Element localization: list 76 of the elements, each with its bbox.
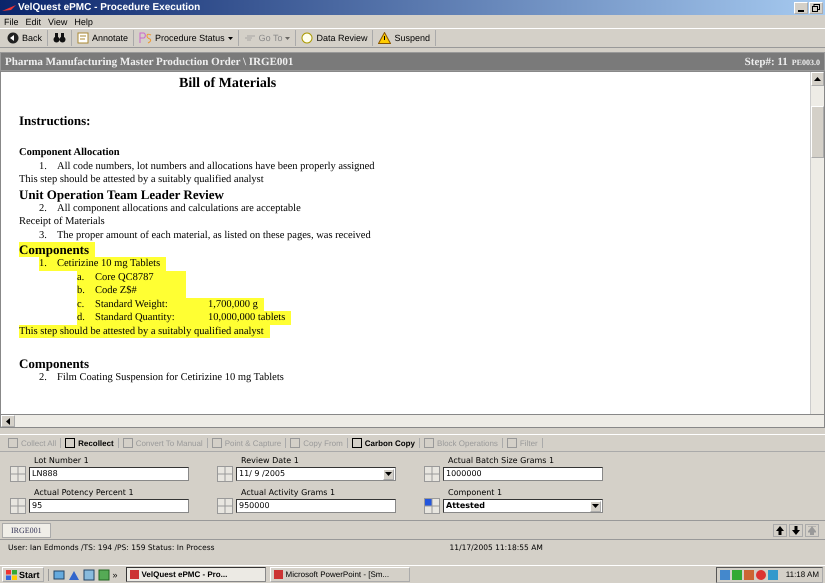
document-text: d. Standard Quantity: 10,000,000 tablets bbox=[77, 311, 292, 324]
circle-icon bbox=[301, 32, 314, 44]
menu-item[interactable]: Edit bbox=[26, 16, 42, 26]
dropdown-field[interactable]: Attested bbox=[443, 499, 603, 513]
quick-launch-icon[interactable] bbox=[98, 568, 110, 580]
step-number: Step#: 11 bbox=[744, 56, 788, 68]
windows-flag-icon bbox=[6, 570, 17, 580]
document-text: Component Allocation bbox=[19, 146, 121, 160]
input-field[interactable]: 950000 bbox=[236, 499, 396, 513]
restore-icon bbox=[812, 4, 820, 12]
input-field[interactable]: LN888 bbox=[29, 467, 189, 481]
document-text: 1. Cetirizine 10 mg Tablets bbox=[39, 257, 166, 270]
binoculars-icon bbox=[53, 33, 66, 43]
quick-launch-icon[interactable] bbox=[68, 568, 80, 580]
field-label: Actual Batch Size Grams 1 bbox=[448, 456, 556, 466]
quick-launch-icon[interactable] bbox=[52, 568, 65, 580]
document-text: Receipt of Materials bbox=[19, 215, 106, 228]
document-text: 3. The proper amount of each material, as listed on these pages, was received bbox=[39, 228, 372, 242]
field-label: Lot Number 1 bbox=[34, 456, 90, 466]
toolbar-button[interactable]: Suspend bbox=[373, 30, 436, 46]
minimize-button[interactable] bbox=[794, 2, 808, 14]
toolbar-button[interactable]: Back bbox=[2, 30, 48, 46]
document-text: 1. All code numbers, lot numbers and allocations have been properly assigned bbox=[39, 160, 376, 173]
restore-button[interactable] bbox=[809, 2, 823, 14]
document-text: 2. Film Coating Suspension for Cetirizine 10 mg Tablets bbox=[39, 371, 285, 384]
window-title: VelQuest ePMC - Procedure Execution bbox=[18, 2, 200, 13]
input-field[interactable]: 95 bbox=[29, 499, 189, 513]
document-text: This step should be attested by a suitably qualified analyst bbox=[19, 324, 270, 338]
warning-icon bbox=[378, 32, 392, 44]
caret-icon bbox=[592, 504, 599, 508]
procedure-code: PE003.0 bbox=[792, 58, 820, 66]
taskbar-button[interactable]: VelQuest ePMC - Pro... bbox=[126, 567, 266, 582]
menu-item[interactable]: Help bbox=[74, 16, 93, 26]
toolbar-button[interactable]: Data Review bbox=[296, 30, 374, 46]
field-label: Review Date 1 bbox=[241, 456, 300, 466]
scroll-left-icon[interactable] bbox=[6, 418, 10, 424]
start-button[interactable]: Start bbox=[2, 567, 44, 582]
menu-item[interactable]: View bbox=[48, 16, 68, 26]
document-heading: Bill of Materials bbox=[179, 76, 278, 93]
document-text: Components bbox=[19, 356, 90, 371]
tab[interactable]: IRGE001 bbox=[2, 522, 51, 538]
taskbar-button[interactable]: Microsoft PowerPoint - [Sm... bbox=[270, 567, 410, 582]
caret-icon bbox=[385, 472, 392, 476]
field-label: Component 1 bbox=[448, 488, 504, 498]
toolbar-button[interactable]: Procedure Status bbox=[134, 30, 239, 46]
vertical-scrollbar[interactable] bbox=[810, 72, 824, 414]
minimize-icon bbox=[798, 10, 804, 12]
procedure-title: Pharma Manufacturing Master Production Order \ IRGE001 bbox=[5, 56, 294, 68]
field-label: Actual Potency Percent 1 bbox=[34, 488, 135, 498]
quick-launch-icon[interactable] bbox=[82, 568, 95, 580]
document-text: Unit Operation Team Leader Review bbox=[19, 186, 225, 202]
document-text: a. Core QC8787 bbox=[77, 270, 186, 284]
scroll-up-icon[interactable] bbox=[814, 77, 821, 81]
down-arrow-button[interactable] bbox=[789, 524, 803, 536]
document-text: c. Standard Weight: 1,700,000 g bbox=[77, 298, 264, 311]
input-field[interactable]: 1000000 bbox=[443, 467, 603, 481]
document-text: Components bbox=[19, 242, 96, 257]
clock: 11:18 AM bbox=[786, 570, 819, 579]
document-text: 2. All component allocations and calculations are acceptable bbox=[39, 202, 302, 215]
document-text: Instructions: bbox=[19, 114, 92, 128]
action-button[interactable]: Recollect bbox=[61, 438, 119, 448]
toolbar-button[interactable]: Annotate bbox=[72, 30, 134, 46]
app-logo-icon bbox=[2, 4, 16, 12]
horizontal-scrollbar[interactable] bbox=[0, 415, 825, 428]
ps-icon bbox=[139, 32, 152, 44]
action-button[interactable]: Carbon Copy bbox=[348, 438, 420, 448]
tray-icons-drawing bbox=[720, 568, 780, 580]
more-chevron[interactable]: » bbox=[112, 570, 118, 580]
dropdown-field[interactable]: 11/ 9 /2005 bbox=[236, 467, 396, 481]
up-arrow-button[interactable] bbox=[773, 524, 787, 536]
note-icon bbox=[77, 32, 90, 44]
field-label: Actual Activity Grams 1 bbox=[241, 488, 336, 498]
document-text: b. Code Z$# bbox=[77, 284, 186, 298]
document-text: This step should be attested by a suitably qualified analyst bbox=[19, 173, 265, 186]
scroll-thumb[interactable] bbox=[811, 106, 824, 158]
menu-item[interactable]: File bbox=[4, 16, 19, 26]
